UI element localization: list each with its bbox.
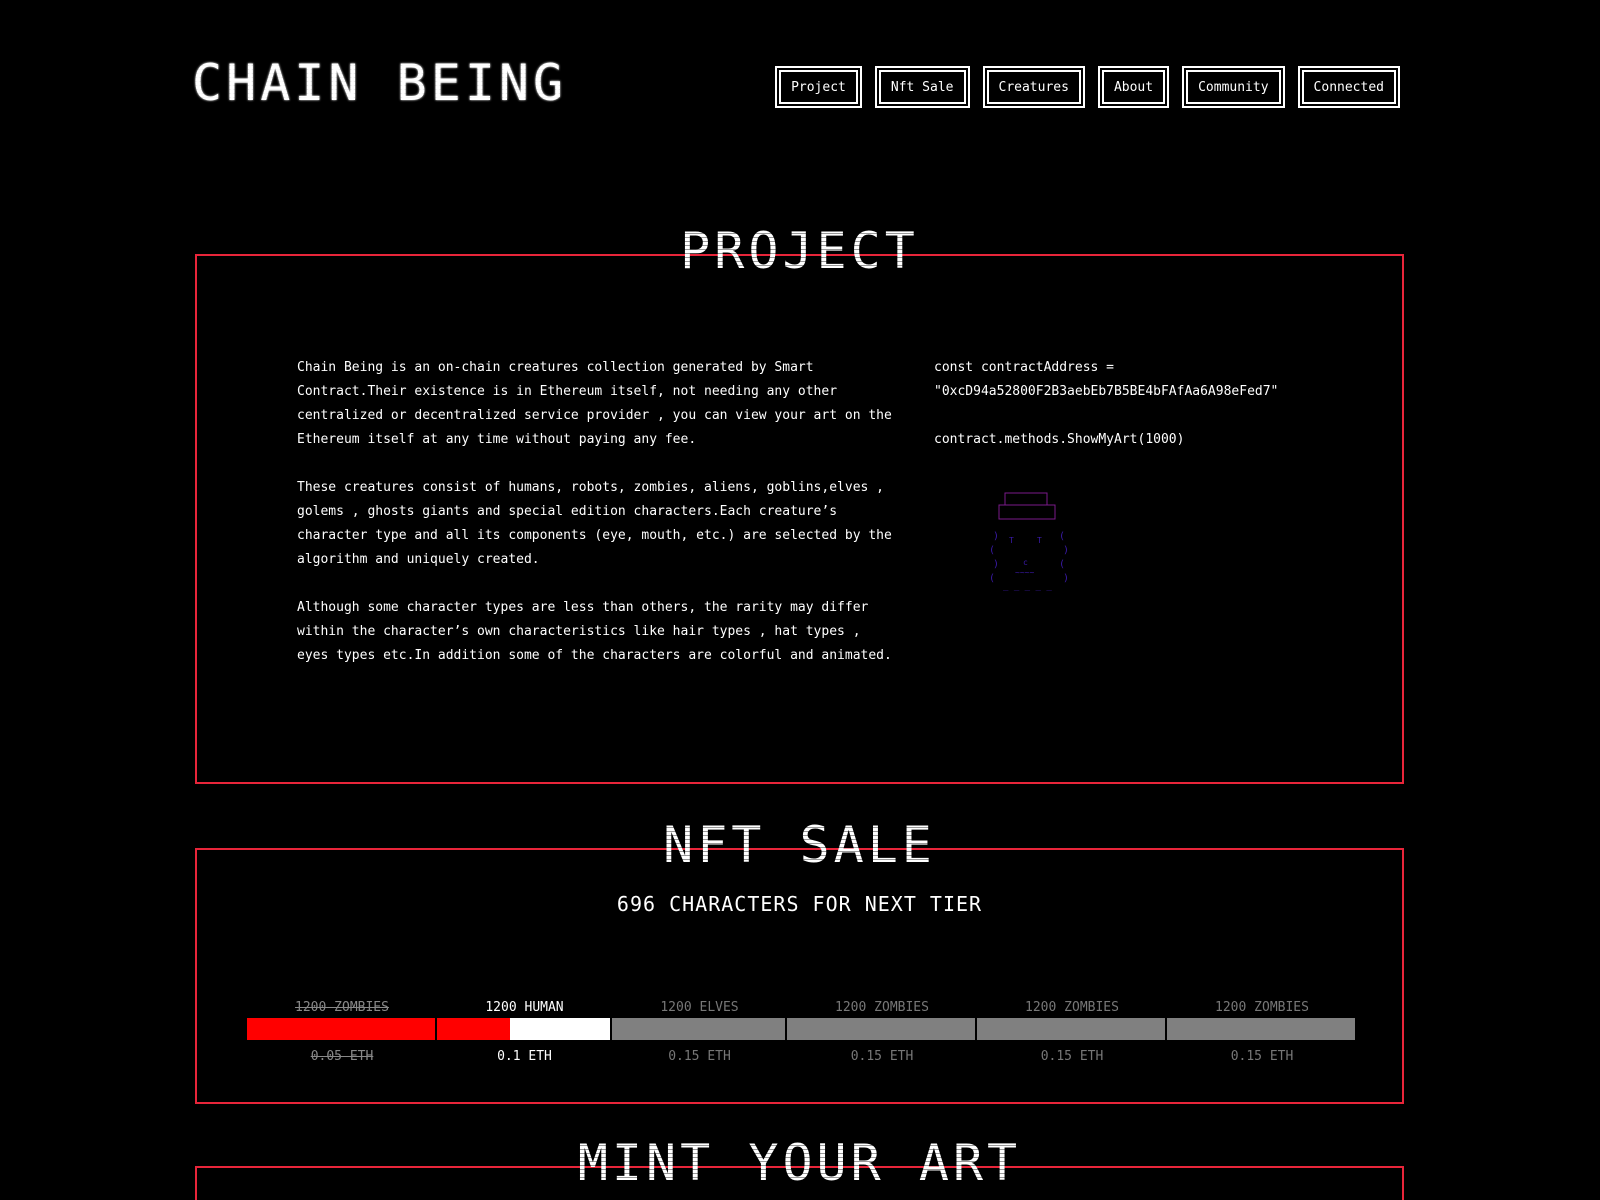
tier-name: 1200 ZOMBIES	[295, 1000, 389, 1015]
code-line: contract.methods.ShowMyArt(1000)	[934, 432, 1185, 447]
tier-item: 1200 ZOMBIES 0.05 ETH	[247, 998, 437, 1068]
tier-progress-bar	[437, 1018, 612, 1040]
project-paragraph: Chain Being is an on-chain creatures col…	[297, 360, 892, 447]
svg-text:T: T	[1037, 536, 1042, 545]
site-logo[interactable]: CHAIN BEING	[192, 58, 567, 108]
tier-price: 0.15 ETH	[850, 1049, 914, 1064]
tier-progress-bar	[612, 1018, 787, 1040]
tier-price: 0.15 ETH	[1230, 1049, 1294, 1064]
contract-address: "0xcD94a52800F2B3aebEb7B5BE4bFAfAa6A98eF…	[934, 384, 1279, 399]
svg-text:): )	[1063, 545, 1069, 556]
wallet-connected-button[interactable]: Connected	[1299, 68, 1399, 106]
tier-progress-bar	[1167, 1018, 1357, 1040]
tier-progress-bar	[247, 1018, 437, 1040]
project-description: Chain Being is an on-chain creatures col…	[297, 356, 897, 692]
svg-text:(: (	[989, 573, 995, 584]
tier-price: 0.05 ETH	[310, 1049, 374, 1064]
tier-price: 0.15 ETH	[668, 1049, 731, 1064]
tier-item: 1200 ZOMBIES 0.15 ETH	[1167, 998, 1357, 1068]
tier-price: 0.15 ETH	[1040, 1049, 1104, 1064]
project-paragraph: Although some character types are less t…	[297, 600, 892, 663]
project-section: PROJECT Chain Being is an on-chain creat…	[195, 226, 1404, 784]
tier-item: 1200 ELVES 0.15 ETH	[612, 998, 787, 1068]
tier-item: 1200 ZOMBIES 0.15 ETH	[977, 998, 1167, 1068]
code-line: const contractAddress =	[934, 360, 1115, 375]
svg-text:): )	[993, 531, 999, 542]
next-tier-counter: 696 CHARACTERS FOR NEXT TIER	[616, 892, 983, 916]
svg-text:T: T	[1009, 536, 1014, 545]
nav-community-button[interactable]: Community	[1184, 68, 1283, 106]
svg-text:(: (	[1059, 531, 1065, 542]
tier-name: 1200 ELVES	[660, 1000, 739, 1015]
tier-progress-bar	[977, 1018, 1167, 1040]
creature-ascii-art: ) ( ( ) ) ( ( ) T T c ~~~~ _ _ _ _ _	[989, 492, 1069, 592]
main-nav: Project Nft Sale Creatures About Communi…	[777, 68, 1399, 106]
nav-about-button[interactable]: About	[1099, 68, 1168, 106]
svg-text:~~~~: ~~~~	[1015, 568, 1034, 577]
svg-text:(: (	[1059, 559, 1065, 570]
tier-name: 1200 ZOMBIES	[1215, 1000, 1309, 1015]
project-section-title: PROJECT	[662, 226, 937, 276]
svg-text:_ _ _ _ _: _ _ _ _ _	[1003, 582, 1052, 592]
tier-item: 1200 HUMAN 0.1 ETH	[437, 998, 612, 1068]
mint-section: MINT YOUR ART	[195, 1138, 1404, 1200]
tier-item: 1200 ZOMBIES 0.15 ETH	[787, 998, 977, 1068]
tier-progress-bar	[787, 1018, 977, 1040]
svg-text:(: (	[989, 545, 995, 556]
tier-name: 1200 ZOMBIES	[835, 1000, 929, 1015]
nft-sale-section-title: NFT SALE	[645, 820, 954, 870]
mint-section-title: MINT YOUR ART	[560, 1138, 1039, 1188]
svg-text:c: c	[1023, 558, 1028, 567]
contract-code-snippet: const contractAddress = "0xcD94a52800F2B…	[934, 356, 1278, 452]
nav-project-button[interactable]: Project	[777, 68, 860, 106]
tier-progress-fill	[247, 1018, 435, 1040]
nft-sale-section: NFT SALE 696 CHARACTERS FOR NEXT TIER 12…	[195, 820, 1404, 1104]
tier-progress-fill	[437, 1018, 510, 1040]
tier-price: 0.1 ETH	[497, 1049, 552, 1064]
tier-name: 1200 ZOMBIES	[1025, 1000, 1119, 1015]
project-paragraph: These creatures consist of humans, robot…	[297, 480, 892, 567]
nav-creatures-button[interactable]: Creatures	[984, 68, 1083, 106]
nav-nft-sale-button[interactable]: Nft Sale	[876, 68, 968, 106]
page: CHAIN BEING Project Nft Sale Creatures A…	[0, 0, 1600, 1200]
tier-name: 1200 HUMAN	[485, 1000, 564, 1015]
sale-tiers-progress: 1200 ZOMBIES 0.05 ETH 1200 HUMAN 0.1 ETH…	[247, 998, 1357, 1068]
svg-text:): )	[1063, 573, 1069, 584]
svg-text:): )	[993, 559, 999, 570]
